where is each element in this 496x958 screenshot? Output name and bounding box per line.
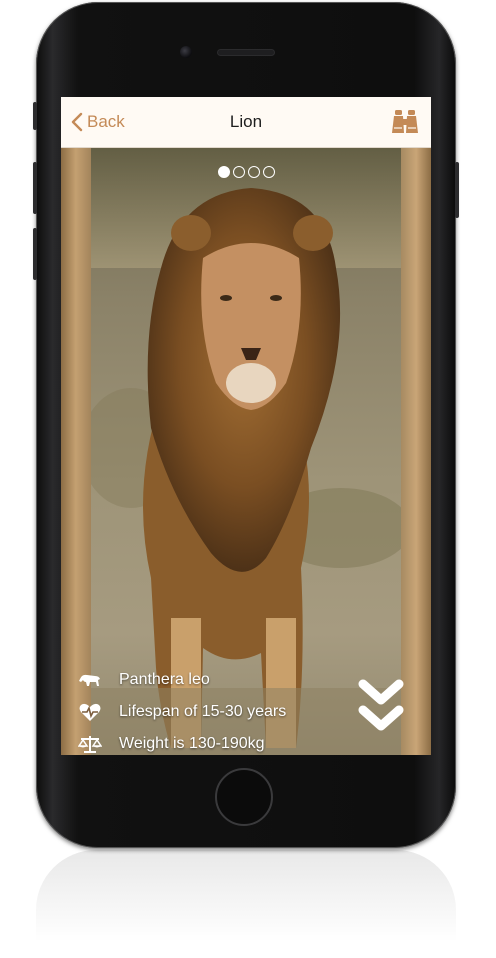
back-label: Back bbox=[87, 112, 125, 131]
fact-weight-text: Weight is 130-190kg bbox=[119, 735, 265, 752]
mute-switch bbox=[33, 102, 37, 130]
fact-lifespan: Lifespan of 15-30 years bbox=[78, 696, 338, 728]
animal-facts: Panthera leo Lifespan of 15-30 years Wei… bbox=[78, 664, 338, 755]
fact-weight: Weight is 130-190kg bbox=[78, 728, 338, 755]
animal-detail-content: Panthera leo Lifespan of 15-30 years Wei… bbox=[61, 148, 431, 755]
front-camera bbox=[180, 46, 192, 58]
binoculars-icon[interactable] bbox=[391, 109, 419, 135]
fact-lifespan-text: Lifespan of 15-30 years bbox=[119, 703, 287, 720]
phone-reflection bbox=[36, 850, 456, 958]
volume-up-button bbox=[33, 162, 37, 214]
fact-species-text: Panthera leo bbox=[119, 671, 210, 688]
home-button[interactable] bbox=[215, 768, 273, 826]
carousel-indicator bbox=[91, 166, 401, 178]
scale-icon bbox=[78, 734, 102, 754]
carousel-dot-4[interactable] bbox=[262, 166, 275, 178]
carousel-dot-3[interactable] bbox=[247, 166, 260, 178]
back-button[interactable]: Back bbox=[71, 97, 125, 147]
power-button bbox=[455, 162, 459, 218]
carousel-dot-1[interactable] bbox=[217, 166, 230, 178]
navigation-bar: Back Lion bbox=[61, 97, 431, 148]
carousel-dot-2[interactable] bbox=[232, 166, 245, 178]
chevron-left-icon bbox=[71, 112, 83, 132]
heartbeat-icon bbox=[78, 702, 102, 722]
lion-icon bbox=[78, 670, 102, 690]
app-screen: Back Lion Panthera leo Lifespan of 15-30… bbox=[61, 97, 431, 755]
earpiece-speaker bbox=[218, 50, 274, 55]
volume-down-button bbox=[33, 228, 37, 280]
fact-species: Panthera leo bbox=[78, 664, 338, 696]
double-chevron-down-icon[interactable] bbox=[357, 678, 405, 744]
